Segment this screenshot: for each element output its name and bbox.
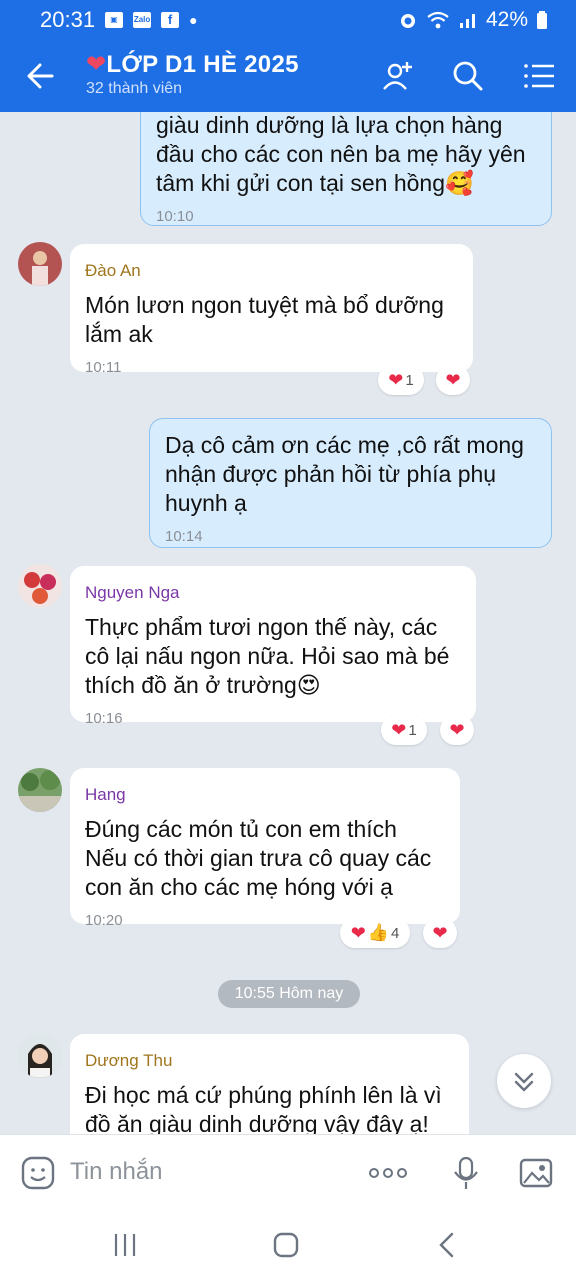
avatar[interactable] [18, 564, 62, 608]
message-line: giàu dinh dưỡng là lựa chọn hàng [156, 112, 503, 138]
member-count[interactable]: 32 thành viên [86, 80, 182, 98]
sticker-icon[interactable] [20, 1155, 56, 1191]
sender-name: Hang [85, 785, 126, 804]
heart-reaction-icon: ❤ [388, 369, 404, 390]
message-line: đồ ăn giàu dinh dưỡng vậy đây ạ! [85, 1111, 429, 1134]
chat-header: ❤LỚP D1 HÈ 2025 32 thành viên [0, 40, 576, 112]
react-heart-button[interactable]: ❤ [423, 918, 457, 948]
heart-reaction-icon: ❤ [391, 719, 407, 740]
message-line: tâm khi gửi con tại sen hồng🥰 [156, 170, 474, 196]
battery-percentage: 42% [485, 8, 528, 31]
add-member-icon[interactable] [380, 58, 416, 94]
alarm-icon [400, 14, 415, 28]
back-arrow-icon[interactable] [22, 58, 62, 94]
message-line: Nếu có thời gian trưa cô quay các [85, 845, 432, 871]
heart-icon: ❤ [86, 51, 107, 78]
battery-icon [537, 11, 547, 29]
message-line: thích đồ ăn ở trường😍 [85, 672, 321, 698]
status-time: 20:31 [40, 7, 96, 32]
react-heart-button[interactable]: ❤ [440, 715, 474, 745]
message-bubble-incoming[interactable]: Hang Đúng các món tủ con em thích Nếu có… [70, 768, 460, 929]
message-line: lắm ak [85, 321, 153, 347]
avatar[interactable] [18, 242, 62, 286]
reaction-summary[interactable]: ❤ 1 [381, 715, 427, 745]
heart-icon: ❤ [445, 369, 461, 390]
heart-icon: ❤ [449, 719, 465, 740]
avatar[interactable] [18, 768, 62, 812]
message-composer: Tin nhắn [0, 1134, 576, 1210]
signal-icon [459, 14, 475, 28]
sender-name: Đào An [85, 261, 141, 280]
reaction-count: 1 [405, 371, 414, 389]
gallery-notification-icon: ▣ [105, 12, 124, 28]
message-bubble-incoming[interactable]: Đào An Món lươn ngon tuyệt mà bổ dưỡng l… [70, 244, 473, 376]
group-title[interactable]: ❤LỚP D1 HÈ 2025 [86, 50, 299, 79]
more-options-icon[interactable] [366, 1155, 410, 1191]
reaction-count: 4 [390, 924, 400, 942]
heart-icon: ❤ [432, 922, 448, 943]
reaction-summary[interactable]: ❤ 👍 4 [340, 918, 410, 948]
message-line: Thực phẩm tươi ngon thế này, các [85, 614, 438, 640]
sender-name: Nguyen Nga [85, 583, 180, 602]
double-chevron-down-icon [514, 1072, 534, 1092]
message-line: Món lươn ngon tuyệt mà bổ dưỡng [85, 292, 444, 318]
home-icon[interactable] [271, 1230, 301, 1260]
menu-list-icon[interactable] [522, 58, 558, 94]
sender-name: Dương Thu [85, 1051, 173, 1070]
system-navigation-bar [0, 1210, 576, 1280]
message-line: Đi học má cứ phúng phính lên là vì [85, 1082, 442, 1108]
more-notifications-dot: ● [189, 12, 198, 28]
message-bubble-outgoing[interactable]: Dạ cô cảm ơn các mẹ ,cô rất mong nhận đư… [149, 418, 552, 548]
scroll-to-bottom-button[interactable] [497, 1054, 551, 1108]
message-bubble-incoming[interactable]: Nguyen Nga Thực phẩm tươi ngon thế này, … [70, 566, 476, 727]
thumbs-up-icon: 👍 [367, 923, 389, 942]
message-line: cô lại nấu ngon nữa. Hỏi sao mà bé [85, 643, 450, 669]
message-time: 10:14 [165, 528, 203, 545]
heart-reaction-icon: ❤ [350, 922, 366, 943]
reaction-summary[interactable]: ❤ 1 [378, 365, 424, 395]
back-nav-icon[interactable] [432, 1230, 462, 1260]
status-bar: 20:31 ▣ Zalo f ● 42% [0, 0, 576, 40]
search-icon[interactable] [450, 58, 486, 94]
facebook-notification-icon: f [161, 12, 180, 28]
message-line: đầu cho các con nên ba mẹ hãy yên [156, 141, 526, 167]
message-bubble-incoming[interactable]: Dương Thu Đi học má cứ phúng phính lên l… [70, 1034, 469, 1134]
avatar[interactable] [18, 1034, 62, 1078]
zalo-notification-icon: Zalo [133, 12, 152, 28]
voice-microphone-icon[interactable] [448, 1155, 484, 1191]
message-line: huynh ạ [165, 490, 247, 516]
message-line: nhận được phản hồi từ phía phụ [165, 461, 497, 487]
message-line: con ăn cho các mẹ hóng với ạ [85, 874, 393, 900]
image-gallery-icon[interactable] [518, 1155, 554, 1191]
recent-apps-icon[interactable] [110, 1230, 140, 1260]
message-line: Dạ cô cảm ơn các mẹ ,cô rất mong [165, 432, 524, 458]
date-divider: 10:55 Hôm nay [218, 980, 360, 1008]
reaction-count: 1 [408, 721, 417, 739]
chat-messages[interactable]: giàu dinh dưỡng là lựa chọn hàng đầu cho… [0, 112, 576, 1134]
react-heart-button[interactable]: ❤ [436, 365, 470, 395]
message-input[interactable]: Tin nhắn [70, 1158, 163, 1186]
message-time: 10:10 [156, 208, 194, 225]
message-bubble-outgoing[interactable]: giàu dinh dưỡng là lựa chọn hàng đầu cho… [140, 112, 552, 226]
wifi-icon [427, 11, 449, 29]
message-line: Đúng các món tủ con em thích [85, 816, 397, 842]
